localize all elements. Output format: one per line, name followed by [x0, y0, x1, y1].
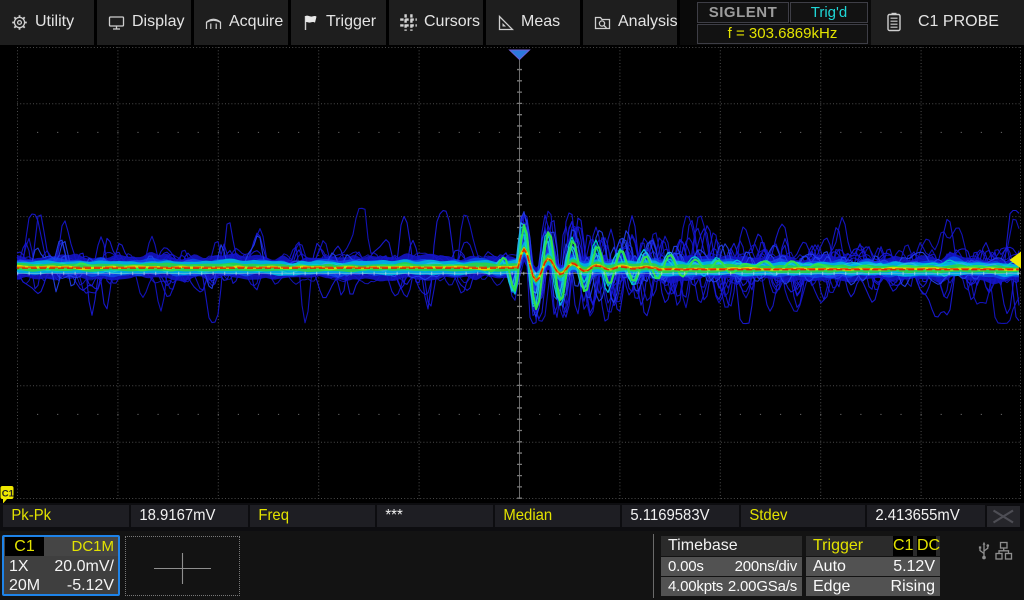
svg-text:C1: C1	[2, 489, 15, 500]
